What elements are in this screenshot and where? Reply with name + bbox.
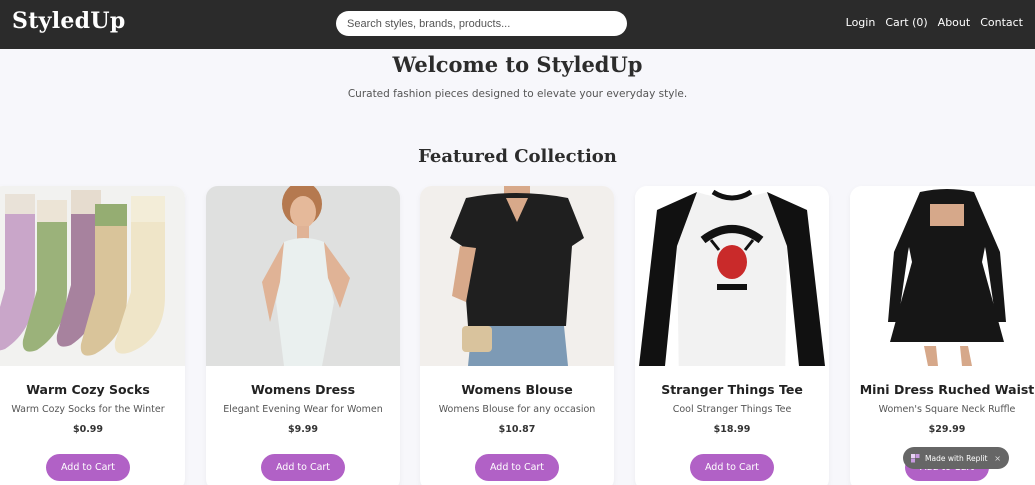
product-card[interactable]: Warm Cozy Socks Warm Cozy Socks for the …: [0, 186, 185, 485]
nav-links: Login Cart (0) About Contact: [846, 16, 1023, 29]
featured-collection-title: Featured Collection: [418, 146, 617, 167]
replit-icon: [911, 453, 920, 462]
product-name: Mini Dress Ruched Waist: [859, 382, 1035, 397]
product-description: Cool Stranger Things Tee: [672, 404, 792, 415]
add-to-cart-button[interactable]: Add to Cart: [690, 454, 774, 481]
product-name: Womens Blouse: [461, 382, 573, 397]
product-description: Elegant Evening Wear for Women: [223, 404, 383, 415]
product-description: Warm Cozy Socks for the Winter: [11, 404, 165, 415]
close-icon[interactable]: ×: [994, 454, 1001, 463]
nav-contact-link[interactable]: Contact: [980, 16, 1023, 29]
product-description: Women's Square Neck Ruffle: [878, 404, 1016, 415]
product-image-dress[interactable]: [206, 186, 400, 366]
product-image-mini-dress[interactable]: [850, 186, 1035, 366]
add-to-cart-button[interactable]: Add to Cart: [475, 454, 559, 481]
navbar: StyledUp Login Cart (0) About Contact: [0, 0, 1035, 49]
product-description: Womens Blouse for any occasion: [438, 404, 596, 415]
replit-badge-label: Made with Replit: [925, 453, 988, 463]
product-card[interactable]: Mini Dress Ruched Waist Women's Square N…: [850, 186, 1035, 485]
product-card[interactable]: Stranger Things Tee Cool Stranger Things…: [635, 186, 829, 485]
product-card[interactable]: Womens Dress Elegant Evening Wear for Wo…: [206, 186, 400, 485]
search-bar[interactable]: [336, 11, 627, 36]
replit-badge[interactable]: Made with Replit ×: [903, 447, 1009, 469]
product-image-blouse[interactable]: [420, 186, 614, 366]
product-name: Womens Dress: [250, 382, 356, 397]
nav-about-link[interactable]: About: [938, 16, 971, 29]
product-card[interactable]: Womens Blouse Womens Blouse for any occa…: [420, 186, 614, 485]
product-price: $10.87: [498, 424, 536, 435]
product-price: $9.99: [287, 424, 319, 435]
add-to-cart-button[interactable]: Add to Cart: [46, 454, 130, 481]
nav-login-link[interactable]: Login: [846, 16, 876, 29]
add-to-cart-button[interactable]: Add to Cart: [261, 454, 345, 481]
product-price: $18.99: [713, 424, 751, 435]
brand-logo[interactable]: StyledUp: [12, 8, 126, 34]
search-input[interactable]: [347, 17, 616, 30]
hero-title: Welcome to StyledUp: [392, 52, 643, 77]
product-image-socks[interactable]: [0, 186, 185, 366]
product-name: Stranger Things Tee: [661, 382, 803, 397]
product-price: $29.99: [928, 424, 966, 435]
product-name: Warm Cozy Socks: [26, 382, 150, 397]
nav-cart-link[interactable]: Cart (0): [885, 16, 927, 29]
product-image-tee[interactable]: [635, 186, 829, 366]
product-price: $0.99: [72, 424, 104, 435]
hero-subtitle: Curated fashion pieces designed to eleva…: [347, 88, 688, 100]
